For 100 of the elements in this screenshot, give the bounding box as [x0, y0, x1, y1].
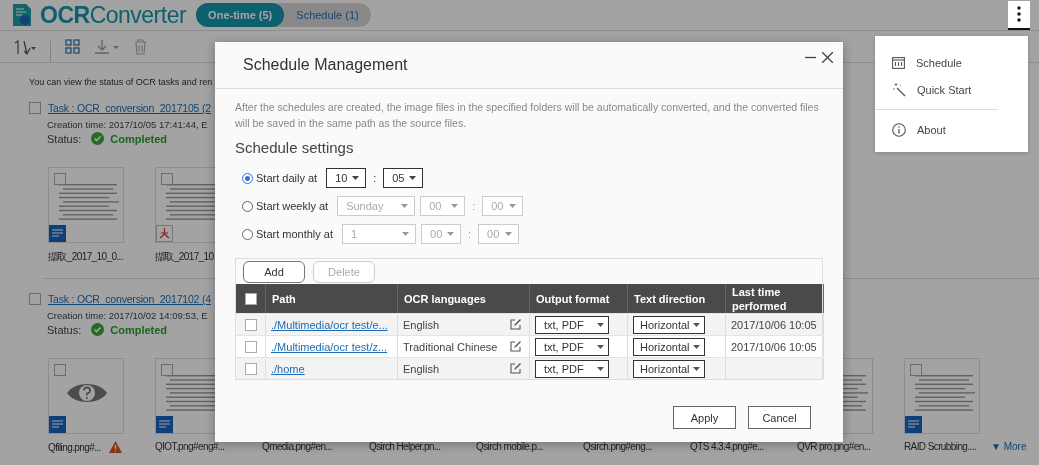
file-name: Qsirch mobile.p... — [476, 441, 543, 452]
checkbox[interactable] — [54, 364, 66, 376]
dialog-button[interactable]: Apply — [673, 406, 736, 429]
edit-icon[interactable] — [510, 341, 521, 352]
grid-icon[interactable] — [65, 39, 80, 54]
section-title: Schedule settings — [235, 139, 355, 156]
checkbox[interactable] — [161, 364, 173, 376]
option-label: Start weekly at — [256, 200, 329, 212]
file-name: Qmedia.png#en... — [262, 441, 332, 452]
description-text: After the schedules are created, the image files in the specified folders will be automatically converted, and the converted files will be saved in the same path as the source files. — [235, 100, 820, 131]
caret-icon — [401, 204, 409, 208]
language-text: English — [403, 362, 440, 375]
text-file-icon — [49, 416, 66, 433]
file-name: QVR pro.png#en... — [797, 441, 871, 452]
column-header: Path — [272, 291, 296, 306]
dialog-button[interactable]: Cancel — [748, 406, 811, 429]
document-logo-icon — [12, 3, 32, 27]
column-header: Last time performed — [732, 284, 788, 313]
caret-icon — [505, 232, 513, 236]
task-link[interactable]: Task : OCR_conversion_2017105 (2 — [48, 102, 211, 114]
sort-icon[interactable] — [12, 38, 36, 55]
dropdown[interactable]: 10 — [326, 168, 367, 188]
creation-time: Creation time: 2017/10/05 17:41:44, E — [47, 119, 208, 130]
last-run-time: 2017/10/06 10:05 — [731, 318, 817, 331]
language-text: Traditional Chinese — [403, 340, 498, 353]
format-dropdown[interactable]: txt, PDF — [535, 337, 609, 356]
caret-icon — [451, 204, 459, 208]
path-link[interactable]: ./Multimedia/ocr test/e... — [271, 318, 388, 331]
checkbox[interactable] — [244, 292, 257, 305]
status-text: Completed — [110, 132, 168, 145]
eye-question-icon — [67, 381, 107, 405]
menu-item[interactable]: Schedule — [875, 49, 1028, 76]
file-thumbnail-card[interactable] — [48, 358, 124, 434]
direction-dropdown[interactable]: Horizontal — [633, 337, 705, 356]
caret-icon — [693, 366, 700, 371]
checkbox[interactable] — [244, 318, 257, 331]
file-thumbnail-card[interactable] — [904, 358, 980, 434]
checkbox[interactable] — [161, 173, 173, 185]
caret-icon — [597, 322, 604, 327]
checkbox[interactable] — [54, 173, 66, 185]
creation-time: Creation time: 2017/10/02 14:09:53, E — [47, 310, 208, 321]
status-label: Status: — [47, 323, 82, 336]
file-name: 擷取_2017_10_0... — [48, 250, 123, 264]
dropdown[interactable]: 05 — [383, 168, 424, 188]
direction-dropdown[interactable]: Horizontal — [633, 359, 705, 378]
file-name: Qsirch Helper.pn... — [369, 441, 441, 452]
task-link[interactable]: Task : OCR_conversion_2017102 (4 — [48, 293, 211, 305]
radio-button[interactable] — [242, 200, 253, 212]
more-icon — [1017, 6, 1021, 22]
colon-text: : — [468, 228, 472, 240]
colon-text: : — [373, 172, 377, 184]
more-link[interactable]: ▼ More — [991, 441, 1027, 452]
table-row[interactable]: ./home English txt, PDF Horizontal — [236, 357, 822, 379]
check-circle-icon — [91, 323, 105, 336]
download-icon[interactable] — [94, 38, 120, 55]
radio-button[interactable] — [242, 172, 253, 184]
radio-button[interactable] — [242, 228, 253, 240]
path-link[interactable]: ./Multimedia/ocr test/z... — [271, 340, 388, 353]
file-name: QTS 4.3.4.png#e... — [690, 441, 764, 452]
format-dropdown[interactable]: txt, PDF — [535, 359, 609, 378]
info-icon — [892, 122, 906, 137]
caret-icon — [509, 204, 517, 208]
edit-icon[interactable] — [510, 363, 521, 374]
notice-text: You can view the status of OCR tasks and ren — [29, 77, 213, 87]
edit-icon[interactable] — [510, 319, 521, 330]
menu-item[interactable]: About — [875, 116, 1028, 143]
language-text: English — [403, 318, 440, 331]
column-header: Output format — [536, 291, 610, 306]
table-row[interactable]: ./Multimedia/ocr test/e... English txt, PDF Horizontal 2017/10/06 10:05 — [236, 313, 822, 335]
text-file-icon — [49, 225, 66, 242]
path-link[interactable]: ./home — [271, 362, 305, 375]
caret-icon — [597, 344, 604, 349]
file-name: 擷取_2017_10 — [155, 250, 214, 264]
caret-icon — [409, 176, 417, 180]
pdf-icon — [156, 225, 173, 242]
caret-icon — [597, 366, 604, 371]
checkbox[interactable] — [29, 293, 41, 305]
status-label: Status: — [47, 132, 82, 145]
checkbox[interactable] — [244, 340, 257, 353]
direction-dropdown[interactable]: Horizontal — [633, 315, 705, 334]
table-button[interactable]: Add — [243, 261, 305, 283]
checkbox[interactable] — [244, 362, 257, 375]
app-title: OCRConverter — [40, 1, 187, 29]
caret-icon — [693, 322, 700, 327]
table-row[interactable]: ./Multimedia/ocr test/z... Traditional Chinese txt, PDF Horizontal 2017/10/06 10:05 — [236, 335, 822, 357]
calendar-icon — [892, 56, 905, 69]
caret-icon — [447, 232, 455, 236]
more-button[interactable] — [1008, 0, 1030, 30]
file-thumbnail-card[interactable] — [48, 167, 124, 243]
column-header: OCR languages — [404, 291, 486, 306]
menu-item[interactable]: Quick Start — [875, 76, 1028, 103]
checkbox[interactable] — [29, 102, 41, 114]
caret-icon — [352, 176, 360, 180]
colon-text: : — [472, 200, 476, 212]
text-file-icon — [905, 416, 922, 433]
checkbox[interactable] — [910, 364, 922, 376]
format-dropdown[interactable]: txt, PDF — [535, 315, 609, 334]
option-label: Start monthly at — [256, 228, 334, 240]
file-name: QIOT.png#eng#... — [155, 441, 225, 452]
close-icon[interactable] — [822, 52, 833, 63]
